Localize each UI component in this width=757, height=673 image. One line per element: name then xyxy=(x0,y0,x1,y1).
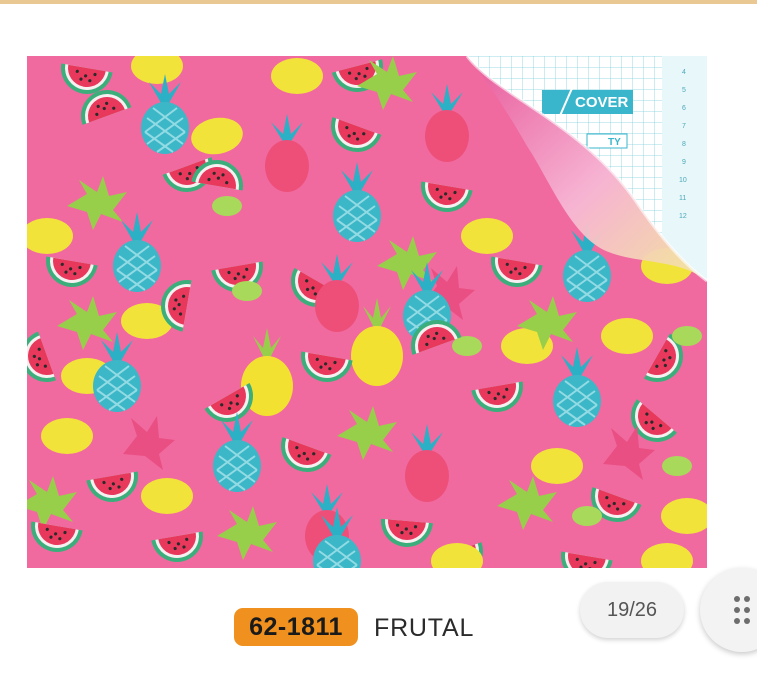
product-image: 4 5 6 7 8 9 10 11 12 COVER TY xyxy=(27,56,707,568)
page-counter-button[interactable]: 19/26 xyxy=(580,582,684,638)
svg-text:COVER: COVER xyxy=(575,94,629,111)
svg-text:9: 9 xyxy=(682,159,686,166)
svg-text:6: 6 xyxy=(682,105,686,112)
product-code-badge: 62-1811 xyxy=(234,608,358,646)
svg-text:4: 4 xyxy=(682,69,686,76)
svg-text:TY: TY xyxy=(608,137,621,148)
product-name: FRUTAL xyxy=(374,614,475,642)
svg-text:5: 5 xyxy=(682,87,686,94)
svg-text:11: 11 xyxy=(679,195,686,202)
svg-text:7: 7 xyxy=(682,123,686,130)
grid-menu-button[interactable] xyxy=(700,568,757,652)
svg-text:8: 8 xyxy=(682,141,686,148)
svg-text:10: 10 xyxy=(679,177,687,184)
svg-text:12: 12 xyxy=(679,213,687,220)
top-divider xyxy=(0,0,757,4)
